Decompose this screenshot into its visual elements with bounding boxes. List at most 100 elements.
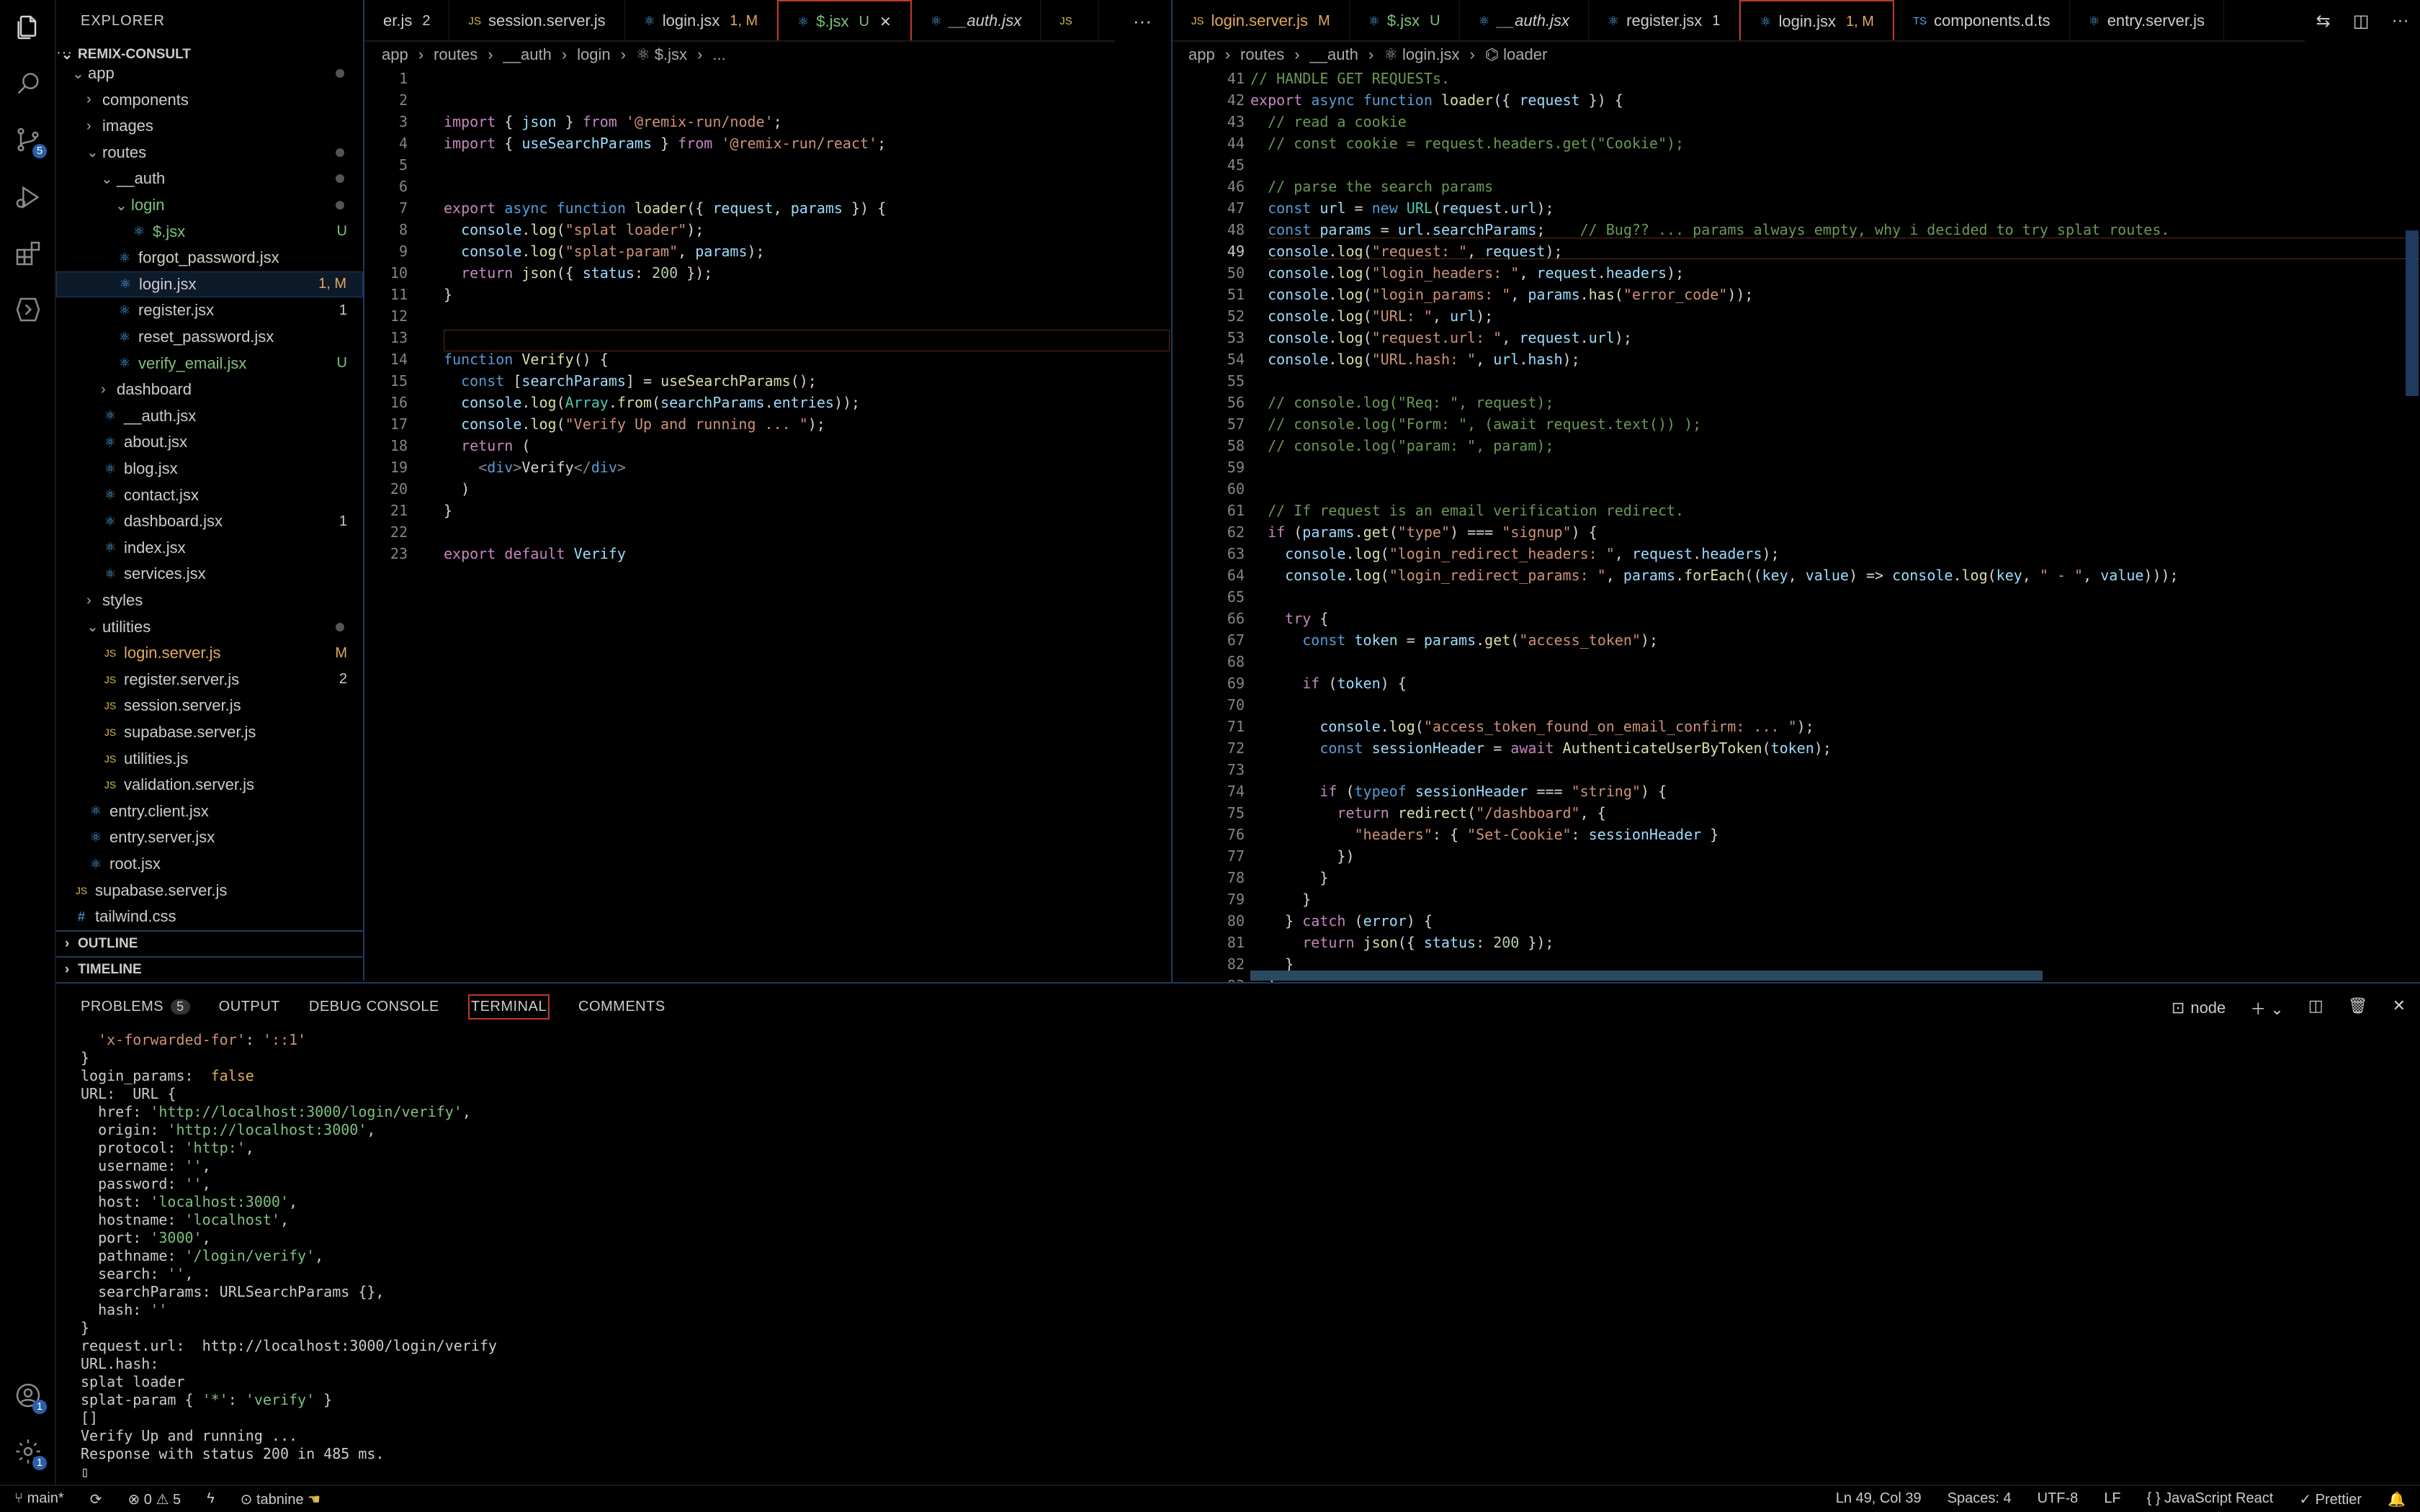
tree-item-routes[interactable]: ⌄ routes (56, 140, 363, 166)
breadcrumb-item[interactable]: ⚛ $.jsx (636, 45, 687, 64)
breadcrumb-item[interactable]: ⚛ login.jsx (1384, 45, 1459, 64)
breadcrumb-item[interactable]: routes (1240, 45, 1284, 64)
indentation[interactable]: Spaces: 4 (1948, 1490, 2012, 1508)
editor-tab[interactable]: ⚛ entry.server.js (2070, 0, 2224, 40)
editor-tab[interactable]: ⚛ $.jsx U ✕ (777, 0, 912, 40)
tree-item-utilities[interactable]: ⌄ utilities (56, 614, 363, 640)
tree-item-register-server-js[interactable]: JS register.server.js 2 (56, 667, 363, 693)
left-editor[interactable]: 1 2 3 import { json } from '@remix-run/node… (364, 68, 1170, 982)
panel-tab-terminal[interactable]: TERMINAL (467, 994, 550, 1020)
more-actions-icon[interactable]: ··· (2391, 11, 2408, 31)
tree-item-register-jsx[interactable]: ⚛ register.jsx 1 (56, 297, 363, 323)
bolt-icon[interactable]: ϟ (207, 1490, 215, 1508)
tree-item-label: supabase.server.js (124, 723, 256, 741)
cursor-position[interactable]: Ln 49, Col 39 (1836, 1490, 1922, 1508)
editor-tab[interactable]: ⚛ $.jsx U (1350, 0, 1460, 40)
tree-item-index-jsx[interactable]: ⚛ index.jsx (56, 535, 363, 561)
run-debug-icon[interactable] (12, 181, 44, 213)
breadcrumb-item[interactable]: __auth (503, 45, 552, 64)
breadcrumb-item[interactable]: login (577, 45, 610, 64)
editor-tab[interactable]: JS (1041, 0, 1099, 40)
tree-item--auth[interactable]: ⌄ __auth (56, 166, 363, 192)
breadcrumb-item[interactable]: ... (712, 45, 725, 64)
panel-tab-problems[interactable]: PROBLEMS 5 (81, 999, 190, 1015)
left-more-actions-icon[interactable]: ··· (1115, 0, 1170, 42)
compare-icon[interactable]: ⇆ (2316, 11, 2331, 32)
breadcrumb-item[interactable]: ⌬ loader (1485, 45, 1547, 64)
tree-item-styles[interactable]: › styles (56, 588, 363, 613)
remote-icon[interactable] (12, 294, 44, 325)
breadcrumb-item[interactable]: __auth (1310, 45, 1358, 64)
encoding[interactable]: UTF-8 (2038, 1490, 2079, 1508)
tree-item-session-server-js[interactable]: JS session.server.js (56, 693, 363, 719)
end-of-line[interactable]: LF (2104, 1490, 2120, 1508)
problems-indicator[interactable]: ⊗ 0 ⚠ 5 (127, 1490, 181, 1508)
tree-item-dashboard[interactable]: › dashboard (56, 377, 363, 402)
tree-item-tailwind-css[interactable]: # tailwind.css (56, 904, 363, 930)
trash-icon[interactable]: 🗑 (2348, 996, 2368, 1020)
account-icon[interactable]: 1 (12, 1380, 47, 1414)
vertical-scrollbar[interactable] (2406, 230, 2419, 396)
tree-item-blog-jsx[interactable]: ⚛ blog.jsx (56, 456, 363, 482)
settings-gear-icon[interactable]: 1 (12, 1436, 47, 1470)
tree-item-reset-password-jsx[interactable]: ⚛ reset_password.jsx (56, 324, 363, 350)
terminal-output[interactable]: 'x-forwarded-for': '::1'} login_params: f… (81, 1031, 497, 1481)
search-icon[interactable] (12, 68, 44, 99)
branch-indicator[interactable]: ⑂ main* (14, 1490, 64, 1508)
tree-item-supabase-server-js[interactable]: JS supabase.server.js (56, 719, 363, 745)
tree-item-login[interactable]: ⌄ login (56, 192, 363, 218)
tree-item-entry-server-jsx[interactable]: ⚛ entry.server.jsx (56, 824, 363, 850)
tree-item-login-server-js[interactable]: JS login.server.js M (56, 640, 363, 666)
breadcrumb-item[interactable]: app (1188, 45, 1215, 64)
terminal-selector[interactable]: ⊡ node (2172, 996, 2226, 1020)
close-icon[interactable]: ✕ (879, 13, 892, 31)
tree-item-validation-server-js[interactable]: JS validation.server.js (56, 772, 363, 798)
editor-tab[interactable]: TS components.d.ts (1894, 0, 2070, 40)
source-control-icon[interactable]: 5 (12, 124, 47, 158)
split-terminal-icon[interactable]: ◫ (2308, 996, 2323, 1020)
files-icon[interactable] (12, 12, 44, 43)
tree-item-login-jsx[interactable]: ⚛ login.jsx 1, M (56, 271, 363, 297)
tree-item--auth-jsx[interactable]: ⚛ __auth.jsx (56, 403, 363, 429)
outline-section[interactable]: › OUTLINE (56, 930, 363, 956)
breadcrumb-item[interactable]: routes (434, 45, 478, 64)
tree-item-forgot-password-jsx[interactable]: ⚛ forgot_password.jsx (56, 245, 363, 271)
new-terminal-icon[interactable]: ＋ ⌄ (2250, 996, 2284, 1020)
horizontal-scrollbar[interactable] (1250, 971, 2043, 981)
tree-item-entry-client-jsx[interactable]: ⚛ entry.client.jsx (56, 798, 363, 824)
extensions-icon[interactable] (12, 238, 44, 269)
tree-item-services-jsx[interactable]: ⚛ services.jsx (56, 561, 363, 587)
tree-item--jsx[interactable]: ⚛ $.jsx U (56, 219, 363, 245)
tree-item-components[interactable]: › components (56, 87, 363, 113)
tabnine-indicator[interactable]: ⊙ tabnine ☚ (241, 1490, 321, 1508)
editor-tab[interactable]: er.js 2 (364, 0, 450, 40)
tree-item-utilities-js[interactable]: JS utilities.js (56, 746, 363, 772)
timeline-section[interactable]: › TIMELINE (56, 956, 363, 982)
editor-tab[interactable]: JS session.server.js (449, 0, 625, 40)
editor-tab[interactable]: JS login.server.js M (1173, 0, 1350, 40)
tree-item-about-jsx[interactable]: ⚛ about.jsx (56, 429, 363, 455)
editor-tab[interactable]: ⚛ __auth.jsx (1460, 0, 1589, 40)
tree-item-images[interactable]: › images (56, 113, 363, 139)
tree-item-contact-jsx[interactable]: ⚛ contact.jsx (56, 482, 363, 508)
notifications-icon[interactable]: 🔔 (2388, 1490, 2406, 1508)
breadcrumb-item[interactable]: app (382, 45, 408, 64)
tree-item-root-jsx[interactable]: ⚛ root.jsx (56, 851, 363, 877)
tree-item-supabase-server-js[interactable]: JS supabase.server.js (56, 878, 363, 904)
tree-item-app[interactable]: ⌄ app (56, 60, 363, 86)
sync-icon[interactable]: ⟳ (90, 1490, 102, 1508)
right-editor[interactable]: 41 // HANDLE GET REQUESTs. 42 export async … (1173, 68, 2420, 982)
panel-tab-comments[interactable]: COMMENTS (578, 999, 666, 1015)
editor-tab[interactable]: ⚛ register.jsx 1 (1589, 0, 1740, 40)
tree-item-dashboard-jsx[interactable]: ⚛ dashboard.jsx 1 (56, 508, 363, 534)
editor-tab[interactable]: ⚛ login.jsx 1, M (625, 0, 778, 40)
editor-tab[interactable]: ⚛ login.jsx 1, M (1739, 0, 1894, 40)
tree-item-verify-email-jsx[interactable]: ⚛ verify_email.jsx U (56, 351, 363, 377)
close-icon[interactable]: ✕ (2393, 996, 2406, 1020)
panel-tab-output[interactable]: OUTPUT (219, 999, 280, 1015)
editor-tab[interactable]: ⚛ __auth.jsx (912, 0, 1041, 40)
prettier-status[interactable]: ✓ Prettier (2299, 1490, 2362, 1508)
panel-tab-debug-console[interactable]: DEBUG CONSOLE (309, 999, 439, 1015)
split-editor-icon[interactable]: ◫ (2353, 11, 2370, 32)
language-mode[interactable]: { } JavaScript React (2147, 1490, 2274, 1508)
